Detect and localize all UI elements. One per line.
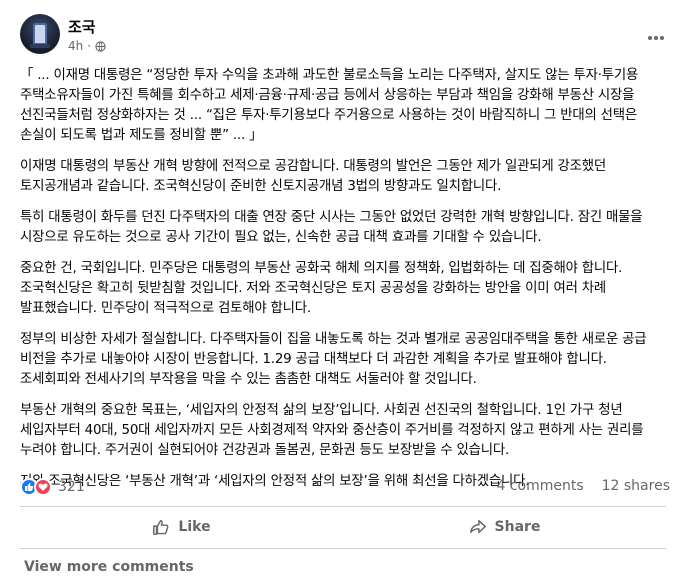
post-time[interactable]: 4h: [68, 39, 83, 53]
share-icon: [469, 519, 486, 534]
view-more-comments-link[interactable]: View more comments: [24, 559, 194, 575]
reaction-count: 321: [58, 479, 85, 495]
post-paragraph: 「 ... 이재명 대통령은 “정당한 투자 수익을 초과해 과도한 불로소득을…: [20, 68, 639, 143]
post-actions: Like Share: [20, 510, 666, 544]
thumbs-up-icon: [153, 519, 169, 535]
post-paragraph: 부동산 개혁의 중요한 목표는, ‘세입자의 안정적 삶의 보장’입니다. 사회…: [20, 403, 644, 458]
post-body: 「 ... 이재명 대통령은 “정당한 투자 수익을 초과해 과도한 불로소득을…: [20, 66, 666, 503]
divider: [20, 506, 666, 507]
share-button[interactable]: Share: [343, 510, 666, 544]
like-label: Like: [178, 519, 211, 535]
share-label: Share: [494, 519, 541, 535]
like-button[interactable]: Like: [20, 510, 343, 544]
post-paragraph: 정부의 비상한 자세가 절실합니다. 다주택자들이 집을 내놓도록 하는 것과 …: [20, 332, 647, 387]
globe-icon: [95, 40, 106, 52]
post-header: 조국 4h ·: [20, 14, 670, 60]
post-paragraph: 이재명 대통령의 부동산 개혁 방향에 전적으로 공감합니다. 대통령의 발언은…: [20, 159, 606, 194]
divider: [20, 548, 666, 549]
post-paragraph: 중요한 건, 국회입니다. 민주당은 대통령의 부동산 공화국 해체 의지를 정…: [20, 261, 623, 316]
author-name[interactable]: 조국: [68, 16, 96, 37]
more-options-button[interactable]: [642, 24, 670, 52]
post-stats: 321 4 comments 12 shares: [20, 478, 670, 500]
shares-count-link[interactable]: 12 shares: [602, 478, 670, 494]
avatar[interactable]: [20, 14, 60, 54]
reactions-summary[interactable]: 321: [20, 478, 85, 496]
post-paragraph: 특히 대통령이 화두를 던진 다주택자의 대출 연장 중단 시사는 그동안 없었…: [20, 210, 643, 245]
facebook-post: 조국 4h · 「 ... 이재명 대통령은 “정당한 투자 수익을 초과해 과…: [0, 0, 686, 583]
post-meta: 4h ·: [68, 39, 106, 53]
love-reaction-icon: [34, 478, 52, 496]
comments-count-link[interactable]: 4 comments: [496, 478, 583, 494]
